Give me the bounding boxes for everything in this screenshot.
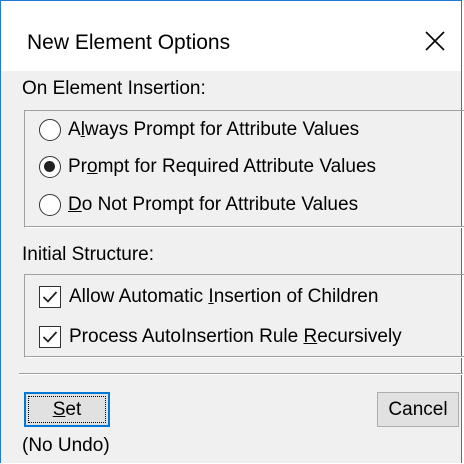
cancel-button-label: Cancel	[388, 398, 448, 420]
divider	[19, 373, 463, 375]
check-allow-auto-insertion[interactable]: Allow Automatic Insertion of Children	[39, 286, 378, 308]
radio-always-prompt-label: Always Prompt for Attribute Values	[68, 119, 360, 140]
focus-rectangle	[28, 396, 106, 423]
cancel-button[interactable]: Cancel	[377, 392, 459, 427]
new-element-options-dialog: New Element Options On Element Insertion…	[0, 0, 464, 463]
radio-prompt-required-indicator[interactable]	[39, 156, 61, 178]
checkmark-icon	[42, 331, 58, 343]
structure-section-label: Initial Structure:	[22, 244, 154, 265]
radio-always-prompt[interactable]: Always Prompt for Attribute Values	[39, 119, 359, 141]
set-button[interactable]: Set	[24, 392, 110, 427]
close-icon	[425, 31, 445, 51]
undo-status-text: (No Undo)	[22, 435, 110, 456]
radio-prompt-required[interactable]: Prompt for Required Attribute Values	[39, 156, 376, 178]
check-allow-auto-insertion-label: Allow Automatic Insertion of Children	[69, 286, 379, 307]
dialog-title: New Element Options	[27, 31, 231, 54]
checkmark-icon	[42, 291, 58, 303]
close-button[interactable]	[415, 21, 455, 61]
radio-do-not-prompt[interactable]: Do Not Prompt for Attribute Values	[39, 194, 358, 216]
radio-always-prompt-indicator[interactable]	[39, 119, 61, 141]
radio-do-not-prompt-label: Do Not Prompt for Attribute Values	[68, 194, 359, 215]
check-process-recursively-label: Process AutoInsertion Rule Recursively	[69, 326, 402, 347]
check-allow-auto-insertion-box[interactable]	[39, 286, 61, 308]
insertion-section-label: On Element Insertion:	[22, 78, 206, 99]
radio-prompt-required-label: Prompt for Required Attribute Values	[68, 156, 377, 177]
check-process-recursively-box[interactable]	[39, 326, 61, 348]
check-process-recursively[interactable]: Process AutoInsertion Rule Recursively	[39, 326, 402, 348]
dialog-content: On Element Insertion: Always Prompt for …	[1, 71, 464, 463]
title-bar: New Element Options	[1, 1, 461, 71]
radio-do-not-prompt-indicator[interactable]	[39, 194, 61, 216]
